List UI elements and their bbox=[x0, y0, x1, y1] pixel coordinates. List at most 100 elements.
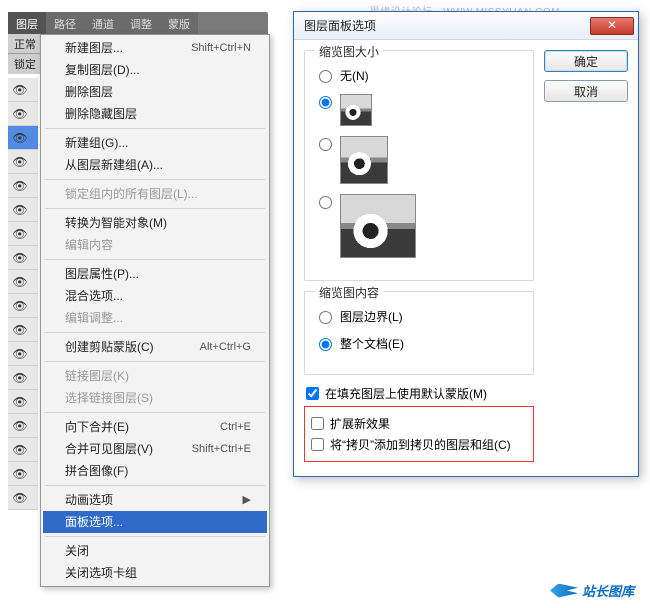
visibility-icon[interactable]: 👁 bbox=[10, 155, 30, 169]
layer-row[interactable]: 👁 bbox=[8, 78, 38, 102]
visibility-icon[interactable]: 👁 bbox=[10, 299, 30, 313]
menu-separator bbox=[45, 412, 265, 413]
layer-row[interactable]: 👁 bbox=[8, 294, 38, 318]
dialog-title: 图层面板选项 bbox=[304, 17, 376, 34]
menu-separator bbox=[45, 128, 265, 129]
radio-medium[interactable] bbox=[319, 136, 523, 184]
menu-blend-opts[interactable]: 混合选项... bbox=[43, 285, 267, 307]
menu-new-group[interactable]: 新建组(G)... bbox=[43, 132, 267, 154]
menu-separator bbox=[45, 259, 265, 260]
menu-del-layer[interactable]: 删除图层 bbox=[43, 81, 267, 103]
radio-none-input[interactable] bbox=[319, 70, 332, 83]
panel-options-dialog: 图层面板选项 ✕ 缩览图大小 无(N) 缩览图内容 图层边界(L) 整个文档(E… bbox=[293, 11, 639, 477]
tab-mask[interactable]: 蒙版 bbox=[160, 12, 198, 36]
radio-bounds[interactable]: 图层边界(L) bbox=[319, 308, 523, 325]
visibility-icon[interactable]: 👁 bbox=[10, 179, 30, 193]
visibility-icon[interactable]: 👁 bbox=[10, 371, 30, 385]
layer-row[interactable]: 👁 bbox=[8, 390, 38, 414]
visibility-icon[interactable]: 👁 bbox=[10, 203, 30, 217]
logo-text: 站长图库 bbox=[582, 581, 634, 600]
menu-dup-layer[interactable]: 复制图层(D)... bbox=[43, 59, 267, 81]
tab-channels[interactable]: 通道 bbox=[84, 12, 122, 36]
menu-merge-visible[interactable]: 合并可见图层(V)Shift+Ctrl+E bbox=[43, 438, 267, 460]
radio-large-input[interactable] bbox=[319, 196, 332, 209]
dialog-titlebar[interactable]: 图层面板选项 ✕ bbox=[294, 12, 638, 40]
menu-clip-mask[interactable]: 创建剪贴蒙版(C)Alt+Ctrl+G bbox=[43, 336, 267, 358]
layer-row[interactable]: 👁 bbox=[8, 198, 38, 222]
visibility-icon[interactable]: 👁 bbox=[10, 227, 30, 241]
menu-new-layer[interactable]: 新建图层...Shift+Ctrl+N bbox=[43, 37, 267, 59]
layer-row[interactable]: 👁 bbox=[8, 270, 38, 294]
radio-none[interactable]: 无(N) bbox=[319, 67, 523, 84]
menu-group-from[interactable]: 从图层新建组(A)... bbox=[43, 154, 267, 176]
chk-expand[interactable]: 扩展新效果 bbox=[311, 415, 529, 432]
blend-mode-label: 正常 bbox=[14, 39, 36, 51]
layer-row[interactable]: 👁 bbox=[8, 318, 38, 342]
menu-merge-down[interactable]: 向下合并(E)Ctrl+E bbox=[43, 416, 267, 438]
layer-row[interactable]: 👁 bbox=[8, 366, 38, 390]
ok-button[interactable]: 确定 bbox=[544, 50, 628, 72]
menu-panel-opts[interactable]: 面板选项... bbox=[43, 511, 267, 533]
layer-row[interactable]: 👁 bbox=[8, 222, 38, 246]
radio-medium-input[interactable] bbox=[319, 138, 332, 151]
layer-row[interactable]: 👁 bbox=[8, 438, 38, 462]
visibility-icon[interactable]: 👁 bbox=[10, 107, 30, 121]
radio-bounds-input[interactable] bbox=[319, 311, 332, 324]
chk-addcopy-input[interactable] bbox=[311, 438, 324, 451]
visibility-icon[interactable]: 👁 bbox=[10, 131, 30, 145]
menu-separator bbox=[45, 361, 265, 362]
layer-list: 👁 👁 👁 👁 👁 👁 👁 👁 👁 👁 👁 👁 👁 👁 👁 👁 👁 👁 bbox=[8, 78, 38, 510]
close-button[interactable]: ✕ bbox=[590, 17, 634, 35]
tab-paths[interactable]: 路径 bbox=[46, 12, 84, 36]
radio-document[interactable]: 整个文档(E) bbox=[319, 335, 523, 352]
tab-layers[interactable]: 图层 bbox=[8, 12, 46, 36]
layer-row[interactable]: 👁 bbox=[8, 414, 38, 438]
visibility-icon[interactable]: 👁 bbox=[10, 467, 30, 481]
menu-layer-props[interactable]: 图层属性(P)... bbox=[43, 263, 267, 285]
menu-separator bbox=[45, 208, 265, 209]
visibility-icon[interactable]: 👁 bbox=[10, 323, 30, 337]
layer-row[interactable]: 👁 bbox=[8, 246, 38, 270]
menu-separator bbox=[45, 485, 265, 486]
menu-del-hidden[interactable]: 删除隐藏图层 bbox=[43, 103, 267, 125]
visibility-icon[interactable]: 👁 bbox=[10, 395, 30, 409]
close-icon: ✕ bbox=[607, 18, 617, 32]
chk-usemask-input[interactable] bbox=[306, 387, 319, 400]
visibility-icon[interactable]: 👁 bbox=[10, 83, 30, 97]
visibility-icon[interactable]: 👁 bbox=[10, 251, 30, 265]
group-title: 缩览图内容 bbox=[315, 284, 383, 301]
visibility-icon[interactable]: 👁 bbox=[10, 443, 30, 457]
layer-row[interactable]: 👁 bbox=[8, 126, 38, 150]
chk-expand-input[interactable] bbox=[311, 417, 324, 430]
layer-row[interactable]: 👁 bbox=[8, 462, 38, 486]
radio-small[interactable] bbox=[319, 94, 523, 126]
visibility-icon[interactable]: 👁 bbox=[10, 419, 30, 433]
menu-link-layers: 链接图层(K) bbox=[43, 365, 267, 387]
menu-flatten[interactable]: 拼合图像(F) bbox=[43, 460, 267, 482]
menu-edit-adjust: 编辑调整... bbox=[43, 307, 267, 329]
menu-close[interactable]: 关闭 bbox=[43, 540, 267, 562]
radio-large[interactable] bbox=[319, 194, 523, 258]
visibility-icon[interactable]: 👁 bbox=[10, 491, 30, 505]
layer-row[interactable]: 👁 bbox=[8, 150, 38, 174]
menu-anim-opts[interactable]: 动画选项▶ bbox=[43, 489, 267, 511]
group-title: 缩览图大小 bbox=[315, 43, 383, 60]
layer-menu: 新建图层...Shift+Ctrl+N 复制图层(D)... 删除图层 删除隐藏… bbox=[40, 34, 270, 587]
layer-row[interactable]: 👁 bbox=[8, 102, 38, 126]
menu-close-tabs[interactable]: 关闭选项卡组 bbox=[43, 562, 267, 584]
chk-usemask[interactable]: 在填充图层上使用默认蒙版(M) bbox=[306, 385, 534, 402]
cancel-button[interactable]: 取消 bbox=[544, 80, 628, 102]
radio-small-input[interactable] bbox=[319, 96, 332, 109]
group-thumb-content: 缩览图内容 图层边界(L) 整个文档(E) bbox=[304, 291, 534, 375]
layer-row[interactable]: 👁 bbox=[8, 486, 38, 510]
visibility-icon[interactable]: 👁 bbox=[10, 275, 30, 289]
menu-smart-obj[interactable]: 转换为智能对象(M) bbox=[43, 212, 267, 234]
layer-row[interactable]: 👁 bbox=[8, 174, 38, 198]
layer-row[interactable]: 👁 bbox=[8, 342, 38, 366]
tab-adjust[interactable]: 调整 bbox=[122, 12, 160, 36]
visibility-icon[interactable]: 👁 bbox=[10, 347, 30, 361]
menu-lock-group: 锁定组内的所有图层(L)... bbox=[43, 183, 267, 205]
radio-document-input[interactable] bbox=[319, 338, 332, 351]
logo-icon bbox=[550, 584, 578, 598]
chk-addcopy[interactable]: 将“拷贝”添加到拷贝的图层和组(C) bbox=[311, 436, 529, 453]
